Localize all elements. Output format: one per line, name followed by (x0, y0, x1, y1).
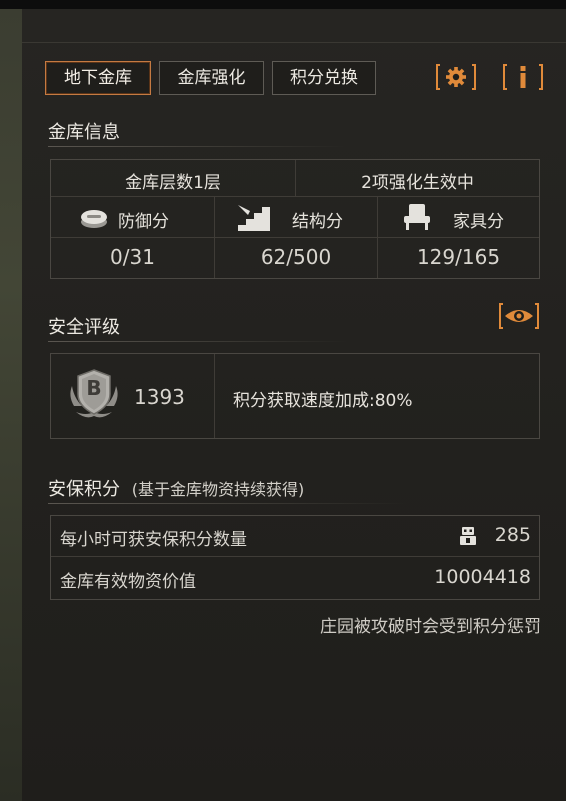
background-strip (0, 9, 22, 801)
info-button[interactable] (503, 62, 543, 92)
tab-vault-upgrade[interactable]: 金库强化 (159, 61, 264, 95)
table-divider (51, 237, 539, 238)
section-underline (48, 341, 348, 342)
defense-label: 防御分 (118, 212, 169, 232)
security-rating-title: 安全评级 (48, 317, 120, 338)
hourly-points-label: 每小时可获安保积分数量 (60, 530, 247, 550)
penalty-note: 庄园被攻破时会受到积分惩罚 (320, 617, 541, 637)
points-subtitle: (基于金库物资持续获得) (131, 480, 305, 499)
robot-icon (458, 526, 478, 550)
table-divider (51, 556, 539, 557)
tab-underground-vault[interactable]: 地下金库 (45, 61, 151, 95)
vault-value-label: 金库有效物资价值 (60, 572, 196, 592)
furniture-label: 家具分 (453, 212, 504, 232)
defense-value: 0/31 (110, 245, 155, 269)
structure-value: 62/500 (260, 245, 332, 269)
vault-value: 10004418 (434, 566, 531, 588)
table-divider (214, 354, 215, 438)
settings-button[interactable] (436, 62, 476, 92)
view-button[interactable] (499, 301, 539, 335)
structure-label: 结构分 (292, 212, 343, 232)
points-title-text: 安保积分 (48, 479, 120, 500)
vault-level: 金库层数1层 (125, 173, 221, 193)
panel-divider (22, 42, 566, 43)
furniture-value: 129/165 (416, 245, 501, 269)
table-divider (51, 196, 539, 197)
gear-icon (436, 64, 476, 90)
grade-letter: B (86, 376, 102, 400)
active-buffs: 2项强化生效中 (361, 173, 474, 193)
vault-info-title: 金库信息 (48, 122, 120, 143)
points-speed-bonus: 积分获取速度加成:80% (233, 391, 413, 411)
hourly-points-value: 285 (494, 524, 531, 546)
eye-icon (499, 303, 539, 329)
chair-icon (400, 202, 434, 236)
stairs-icon (236, 201, 274, 237)
section-underline (48, 146, 348, 147)
tab-points-exchange[interactable]: 积分兑换 (272, 61, 376, 95)
top-bar (0, 0, 566, 9)
grade-badge: B (66, 366, 122, 424)
security-points-title: 安保积分 (基于金库物资持续获得) (48, 475, 304, 501)
security-score: 1393 (134, 385, 185, 409)
section-underline (48, 503, 408, 504)
info-icon (503, 64, 543, 90)
shield-disc-icon (78, 205, 110, 235)
